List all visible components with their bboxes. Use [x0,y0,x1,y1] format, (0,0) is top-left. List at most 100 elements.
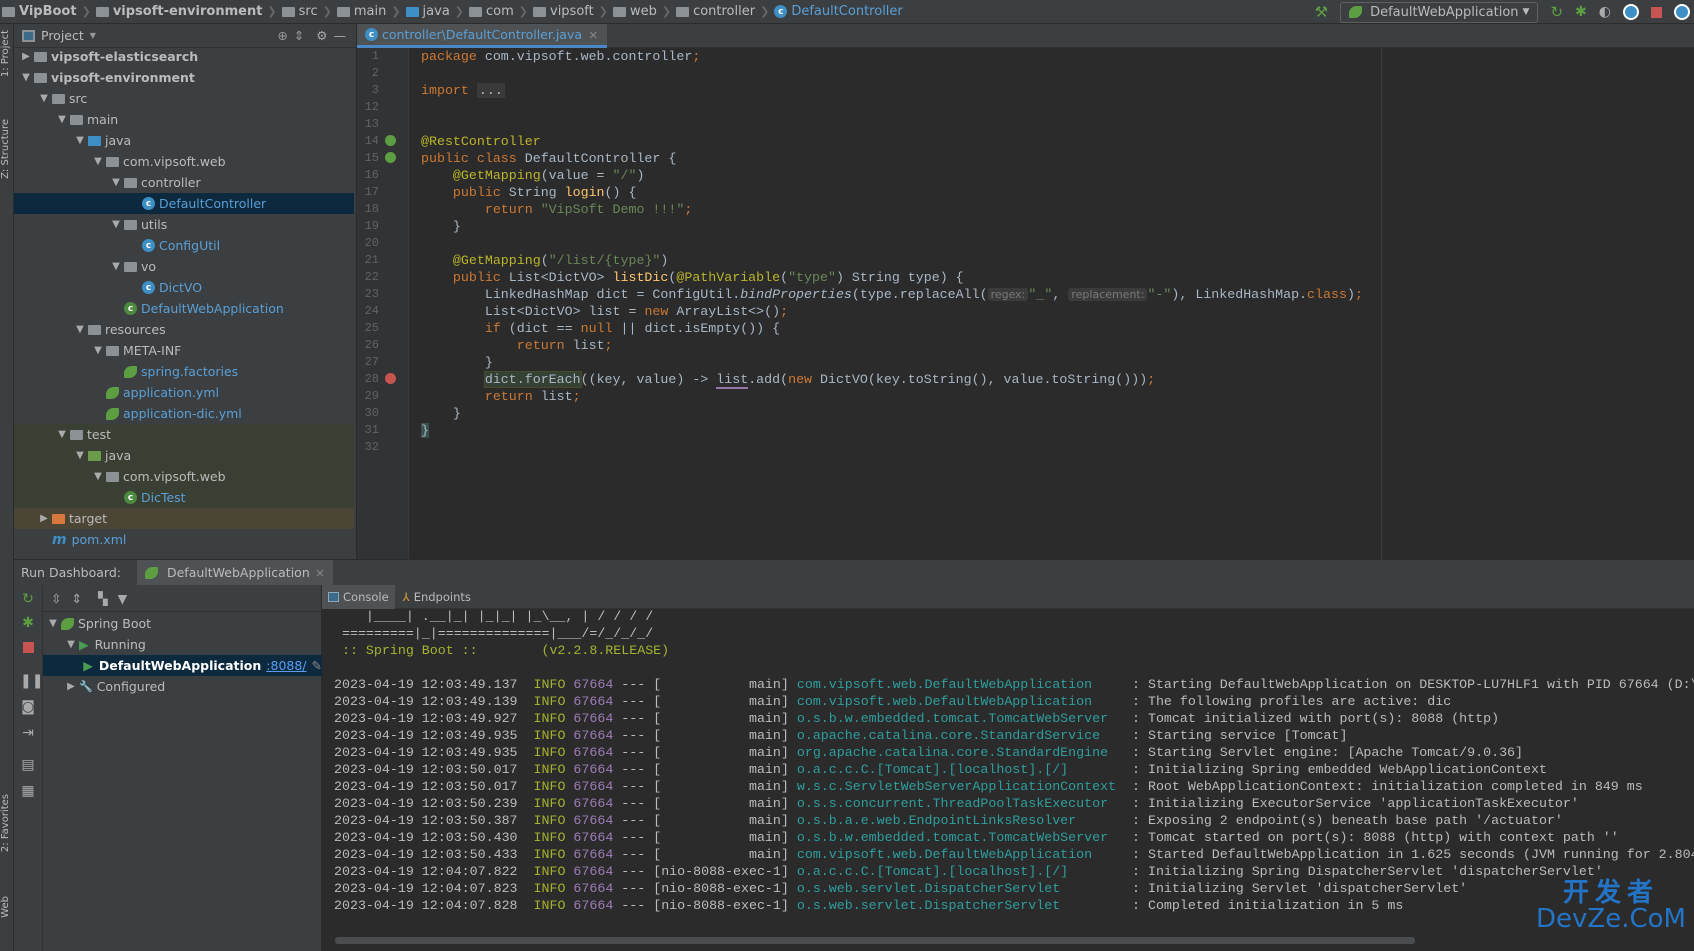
debug-icon[interactable]: ✱ [20,615,36,631]
build-hammer-icon[interactable]: ⚒ [1315,3,1328,21]
filter-icon[interactable]: ▼ [118,591,128,606]
tree-item-dictvo[interactable]: c DictVO [14,277,354,298]
breadcrumb-item[interactable]: src ❯ [281,4,337,19]
hide-panel-icon[interactable]: — [334,28,347,43]
breadcrumb-item[interactable]: main ❯ [336,4,406,19]
run-tree-item-configured[interactable]: ▶ 🔧 Configured [43,676,322,697]
expanded-arrow-icon[interactable]: ▼ [54,114,70,125]
side-tab-web[interactable]: Web [0,896,14,918]
tree-item-application-yml[interactable]: application.yml [14,382,354,403]
spring-bean-icon[interactable] [385,135,396,146]
expanded-arrow-icon[interactable]: ▼ [90,345,106,356]
breadcrumb-item[interactable]: c DefaultController [774,4,903,19]
breadcrumb-item[interactable]: web ❯ [612,4,676,19]
update-icon[interactable] [1674,4,1690,20]
spring-bean-icon[interactable] [385,152,396,163]
tree-item-resources[interactable]: ▼ resources [14,319,354,340]
run-configuration-select[interactable]: DefaultWebApplication ▼ [1340,1,1539,23]
tree-item-application-dic-yml[interactable]: application-dic.yml [14,403,354,424]
tree-item-configutil[interactable]: c ConfigUtil [14,235,354,256]
tree-item-dictest[interactable]: c DicTest [14,487,354,508]
side-tab-structure[interactable]: Z: Structure [0,119,14,179]
tree-item-test[interactable]: ▼ test [14,424,354,445]
breadcrumb-item[interactable]: vipsoft-environment ❯ [95,4,282,19]
console-horizontal-scrollbar[interactable] [335,937,1415,944]
tree-item-com-vipsoft-web[interactable]: ▼ com.vipsoft.web [14,151,354,172]
tree-item-target[interactable]: ▶ target [14,508,354,529]
exit-icon[interactable]: ⇥ [20,725,36,741]
locate-icon[interactable]: ⊕ [277,28,287,43]
rerun-icon[interactable]: ↻ [20,591,36,607]
editor-tab-defaultcontroller[interactable]: c controller\DefaultController.java × [357,24,607,48]
tree-item-spring-factories[interactable]: spring.factories [14,361,354,382]
expanded-arrow-icon[interactable]: ▼ [54,429,70,440]
profiler-icon[interactable] [1623,4,1639,20]
close-icon[interactable]: × [588,27,598,42]
expanded-arrow-icon[interactable]: ▼ [108,219,124,230]
collapsed-arrow-icon[interactable]: ▶ [36,513,52,524]
expanded-arrow-icon[interactable]: ▼ [45,618,61,629]
tree-item-src[interactable]: ▼ src [14,88,354,109]
tree-item-vipsoft-elasticsearch[interactable]: ▶ vipsoft-elasticsearch [14,46,354,67]
breadcrumb-item[interactable]: vipsoft ❯ [533,4,613,19]
tree-item-meta-inf[interactable]: ▼ META-INF [14,340,354,361]
tree-item-vo[interactable]: ▼ vo [14,256,354,277]
expanded-arrow-icon[interactable]: ▼ [72,135,88,146]
run-tree-item-spring-boot[interactable]: ▼ Spring Boot [43,613,322,634]
pause-icon[interactable]: ❚❚ [20,673,43,689]
camera-icon[interactable]: ◙ [20,699,36,715]
tree-item-java[interactable]: ▼ java [14,130,354,151]
side-tab-project[interactable]: 1: Project [0,30,14,77]
breadcrumb-item[interactable]: java ❯ [405,4,469,19]
chevron-down-icon[interactable]: ▼ [90,31,96,40]
spring-boot-icon [1349,6,1363,18]
tree-item-defaultcontroller[interactable]: c DefaultController [14,193,354,214]
collapse-all-icon[interactable]: ⇕ [294,28,304,43]
stop-icon[interactable] [20,641,36,657]
gear-icon[interactable]: ⚙ [316,28,327,43]
expanded-arrow-icon[interactable]: ▼ [18,72,34,83]
lambda-breakpoint-icon[interactable] [385,373,396,384]
tree-item-com-vipsoft-web[interactable]: ▼ com.vipsoft.web [14,466,354,487]
expanded-arrow-icon[interactable]: ▼ [90,156,106,167]
tree-item-controller[interactable]: ▼ controller [14,172,354,193]
tree-item-utils[interactable]: ▼ utils [14,214,354,235]
app-url-link[interactable]: :8088/ [266,658,306,673]
edit-pencil-icon[interactable]: ✎ [312,658,322,673]
expanded-arrow-icon[interactable]: ▼ [108,261,124,272]
run-dashboard-tab[interactable]: DefaultWebApplication × [136,559,334,586]
coverage-icon[interactable]: ◐ [1599,4,1611,20]
log-sep: --- [613,796,654,811]
side-tab-favorites[interactable]: 2: Favorites [0,794,14,852]
tree-item-pom-xml[interactable]: m pom.xml [14,529,354,550]
tree-item-vipsoft-environment[interactable]: ▼ vipsoft-environment [14,67,354,88]
layout-icon[interactable]: ▤ [20,757,36,773]
tree-item-defaultwebapplication[interactable]: c DefaultWebApplication [14,298,354,319]
expanded-arrow-icon[interactable]: ▼ [63,639,79,650]
expanded-arrow-icon[interactable]: ▼ [72,324,88,335]
collapsed-arrow-icon[interactable]: ▶ [18,51,34,62]
project-view-selector[interactable]: Project [41,28,84,43]
collapsed-arrow-icon[interactable]: ▶ [63,681,79,692]
collapse-all-icon[interactable]: ⇕ [71,591,81,606]
close-icon[interactable]: × [315,565,325,580]
rerun-icon[interactable]: ↻ [1550,3,1563,21]
tree-item-main[interactable]: ▼ main [14,109,354,130]
expanded-arrow-icon[interactable]: ▼ [108,177,124,188]
debug-icon[interactable]: ✱ [1575,4,1587,20]
tab-console[interactable]: Console [322,584,395,609]
run-tree-item-running[interactable]: ▼ ▶ Running [43,634,322,655]
breadcrumb-item[interactable]: VipBoot ❯ [2,4,96,19]
expanded-arrow-icon[interactable]: ▼ [90,471,106,482]
group-by-icon[interactable]: ▚ [98,591,108,606]
tab-endpoints[interactable]: ⅄ Endpoints [397,585,477,609]
expanded-arrow-icon[interactable]: ▼ [36,93,52,104]
stop-icon[interactable] [1651,6,1662,18]
expanded-arrow-icon[interactable]: ▼ [72,450,88,461]
breadcrumb-item[interactable]: controller ❯ [676,4,774,19]
tree-item-java[interactable]: ▼ java [14,445,354,466]
run-tree-item-defaultwebapplication[interactable]: ▶ DefaultWebApplication:8088/ ✎ [43,655,322,676]
grid-icon[interactable]: ▦ [20,783,36,799]
breadcrumb-item[interactable]: com ❯ [469,4,533,19]
expand-all-icon[interactable]: ⇳ [51,591,61,606]
